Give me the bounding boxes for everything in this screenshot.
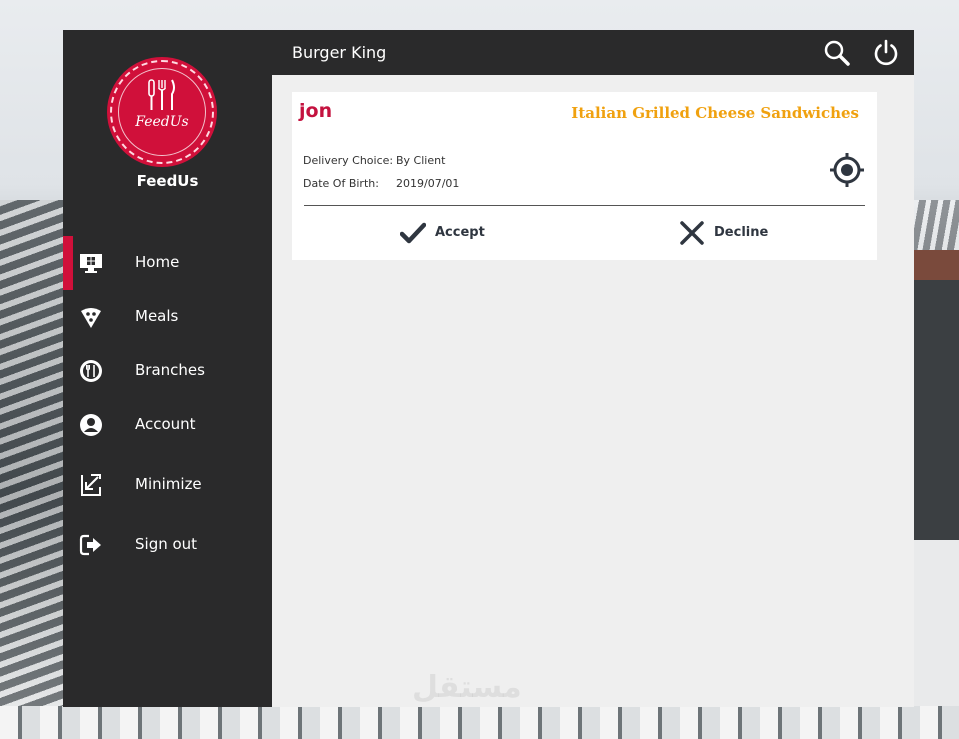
pizza-icon — [81, 308, 101, 328]
decline-label: Decline — [714, 225, 769, 240]
sidebar-item-label: Minimize — [135, 475, 202, 493]
sidebar-item-label: Branches — [135, 361, 205, 379]
delivery-choice-label: Delivery Choice: — [303, 154, 394, 167]
sidebar-item-account[interactable]: Account — [63, 405, 272, 445]
order-card: jon Italian Grilled Cheese Sandwiches De… — [292, 92, 877, 260]
sidebar-item-home[interactable]: Home — [63, 236, 272, 290]
sidebar-item-minimize[interactable]: Minimize — [63, 465, 272, 505]
sidebar-item-label: Sign out — [135, 535, 198, 553]
accept-button[interactable]: Accept — [400, 218, 510, 248]
decline-button[interactable]: Decline — [679, 218, 789, 248]
top-bar: Burger King — [272, 30, 914, 75]
meal-name: Italian Grilled Cheese Sandwiches — [571, 104, 859, 122]
minimize-icon — [81, 474, 101, 496]
sign-out-icon — [79, 534, 101, 556]
sidebar-item-sign-out[interactable]: Sign out — [63, 525, 272, 565]
utensils-icon — [148, 79, 175, 110]
location-target-icon[interactable] — [829, 152, 865, 188]
accept-label: Accept — [435, 225, 485, 240]
delivery-choice-value: By Client — [396, 154, 446, 167]
customer-name: jon — [299, 100, 333, 122]
checkmark-icon — [400, 222, 426, 244]
sidebar-item-label: Meals — [135, 307, 179, 325]
search-icon[interactable] — [823, 39, 851, 67]
watermark: مستقل — [412, 670, 522, 705]
date-of-birth-value: 2019/07/01 — [396, 177, 460, 190]
sidebar-item-label: Home — [135, 253, 180, 271]
sidebar-item-label: Account — [135, 415, 196, 433]
power-icon[interactable] — [872, 39, 900, 67]
user-circle-icon — [80, 414, 102, 436]
main-content: jon Italian Grilled Cheese Sandwiches De… — [272, 75, 914, 707]
sidebar: FeedUs FeedUs Home Meals Branches Accoun… — [63, 30, 272, 707]
close-icon — [680, 221, 704, 245]
active-indicator — [63, 236, 73, 290]
brand-name: FeedUs — [136, 172, 199, 190]
card-divider — [304, 205, 865, 206]
date-of-birth-label: Date Of Birth: — [303, 177, 379, 190]
background-scenery-left — [0, 200, 63, 739]
background-scenery-right — [914, 200, 959, 739]
app-title: Burger King — [292, 43, 387, 62]
monitor-icon — [80, 254, 102, 273]
restaurant-icon — [80, 360, 102, 382]
sidebar-item-meals[interactable]: Meals — [63, 297, 272, 337]
background-scenery-bottom — [0, 706, 959, 739]
app-window: FeedUs FeedUs Home Meals Branches Accoun… — [63, 30, 914, 707]
sidebar-item-branches[interactable]: Branches — [63, 351, 272, 391]
feedus-logo: FeedUs — [110, 60, 214, 164]
logo-text: FeedUs — [135, 114, 189, 130]
